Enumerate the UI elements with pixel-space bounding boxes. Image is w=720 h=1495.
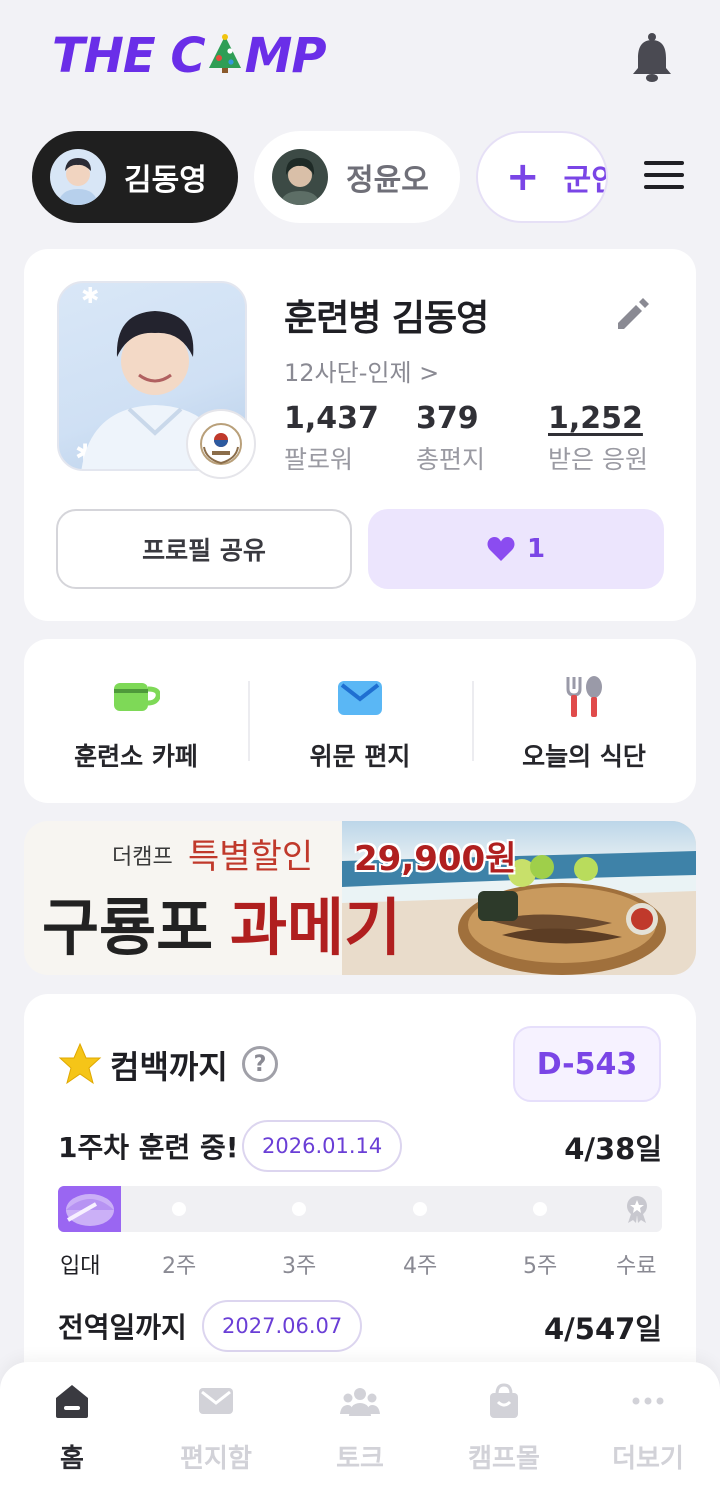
profile-card: ✱ ✱ 훈련병 김동영 12사단-인제 > 1,437 팔로워 379 총편지 <box>24 249 696 621</box>
promo-banner[interactable]: 더캠프 특별할인 구룡포 과메기 29,900원 <box>24 821 696 975</box>
training-status: 1주차 훈련 중! <box>58 1131 239 1164</box>
letters-stat: 379 총편지 <box>416 401 485 476</box>
milestone-dot <box>172 1202 186 1216</box>
followers-stat: 1,437 팔로워 <box>284 401 379 476</box>
quick-menu-meal[interactable]: 오늘의 식단 <box>472 639 696 803</box>
quick-menu-label: 위문 편지 <box>309 742 411 771</box>
quick-menu-letter[interactable]: 위문 편지 <box>248 639 472 803</box>
discharge-date-pill: 2027.06.07 <box>202 1300 363 1352</box>
bell-icon[interactable] <box>630 32 674 82</box>
quick-menu-label: 오늘의 식단 <box>522 742 646 771</box>
tick-label: 3주 <box>282 1254 317 1279</box>
logo-text-start: THE C <box>52 28 206 84</box>
share-profile-button[interactable]: 프로필 공유 <box>56 509 352 589</box>
discharge-progress: 4/547일 <box>544 1312 662 1346</box>
plus-icon: + <box>506 154 540 200</box>
dday-badge: D-543 <box>513 1026 661 1102</box>
banner-brand: 더캠프 <box>112 845 173 870</box>
cup-icon <box>114 683 160 711</box>
profile-chip-name: 김동영 <box>124 163 207 198</box>
add-soldier-button[interactable]: + 군인 <box>476 131 608 223</box>
bottom-tab-bar: 홈 편지함 토크 캠프몰 더보기 <box>0 1362 720 1495</box>
home-icon <box>56 1385 88 1418</box>
tab-mailbox[interactable]: 편지함 <box>144 1362 288 1495</box>
tick-label: 4주 <box>403 1254 438 1279</box>
quick-menu: 훈련소 카페 위문 편지 오늘의 식단 <box>24 639 696 803</box>
app-logo[interactable]: THE C MP <box>52 28 327 84</box>
profile-chip-active[interactable]: 김동영 <box>32 131 238 223</box>
comeback-card: 컴백까지 ? D-543 1주차 훈련 중! 2026.01.14 4/38일 … <box>24 994 696 1414</box>
like-count: 1 <box>526 534 546 564</box>
svg-text:✱: ✱ <box>81 284 99 309</box>
milestone-dot <box>292 1202 306 1216</box>
stat-label: 총편지 <box>416 445 486 474</box>
star-icon <box>58 1042 102 1085</box>
tab-label: 편지함 <box>180 1444 252 1474</box>
milestone-dot <box>413 1202 427 1216</box>
mail-icon <box>199 1388 233 1414</box>
unit-name: 12사단-인제 <box>284 359 412 387</box>
like-button[interactable]: 1 <box>368 509 664 589</box>
stat-label: 팔로워 <box>284 445 354 474</box>
chevron-right-icon: > <box>419 359 440 387</box>
edit-pencil-icon[interactable] <box>612 293 652 333</box>
tab-label: 토크 <box>336 1444 384 1474</box>
logo-text-end: MP <box>244 28 327 84</box>
army-emblem-icon <box>186 409 256 479</box>
shopping-bag-icon <box>490 1383 518 1418</box>
tick-label: 2주 <box>162 1254 197 1279</box>
soldier-name-title: 훈련병 김동영 <box>284 298 489 339</box>
stat-value: 1,252 <box>548 401 643 436</box>
cheers-stat[interactable]: 1,252 받은 응원 <box>548 401 648 476</box>
medal-icon <box>627 1196 647 1223</box>
profile-chip-name: 정윤오 <box>346 163 429 198</box>
add-soldier-label: 군인 <box>563 163 606 198</box>
more-icon <box>632 1397 664 1405</box>
quick-menu-label: 훈련소 카페 <box>74 742 198 771</box>
heart-icon <box>487 537 515 561</box>
tab-label: 캠프몰 <box>468 1444 540 1474</box>
avatar <box>50 149 106 205</box>
milestone-dot <box>533 1202 547 1216</box>
tick-label: 입대 <box>60 1254 101 1279</box>
quick-menu-cafe[interactable]: 훈련소 카페 <box>24 639 248 803</box>
people-icon <box>340 1388 380 1416</box>
app-header: THE C MP <box>0 0 720 120</box>
training-progress-bar <box>58 1186 662 1232</box>
banner-price: 29,900원 <box>354 839 517 879</box>
progress-fill <box>58 1186 121 1232</box>
discharge-label: 전역일까지 <box>58 1311 187 1344</box>
tab-camp-mall[interactable]: 캠프몰 <box>432 1362 576 1495</box>
tick-label: 수료 <box>616 1254 657 1279</box>
avatar <box>272 149 328 205</box>
help-icon[interactable]: ? <box>242 1046 278 1082</box>
tick-label: 5주 <box>523 1254 558 1279</box>
stat-label: 받은 응원 <box>548 445 648 474</box>
training-progress: 4/38일 <box>564 1132 662 1166</box>
stat-value: 1,437 <box>284 401 379 436</box>
tab-more[interactable]: 더보기 <box>576 1362 720 1495</box>
tab-label: 더보기 <box>612 1444 684 1474</box>
stat-value: 379 <box>416 401 479 436</box>
banner-title-highlight: 과메기 <box>230 891 402 964</box>
tab-label: 홈 <box>60 1444 84 1474</box>
enlist-date-pill: 2026.01.14 <box>242 1120 403 1172</box>
banner-title: 구룡포 <box>42 891 214 964</box>
banner-highlight: 특별할인 <box>188 837 314 877</box>
comeback-title: 컴백까지 <box>110 1048 228 1086</box>
tab-home[interactable]: 홈 <box>0 1362 144 1495</box>
envelope-icon <box>338 681 382 715</box>
hamburger-menu-icon[interactable] <box>644 161 684 193</box>
soldier-helmet-icon <box>66 1194 114 1226</box>
soldier-selector: 김동영 정윤오 + 군인 <box>32 131 712 223</box>
christmas-tree-icon <box>208 34 241 73</box>
profile-chip[interactable]: 정윤오 <box>254 131 460 223</box>
unit-link[interactable]: 12사단-인제 > <box>284 353 439 388</box>
utensils-icon <box>566 676 602 717</box>
tab-talk[interactable]: 토크 <box>288 1362 432 1495</box>
